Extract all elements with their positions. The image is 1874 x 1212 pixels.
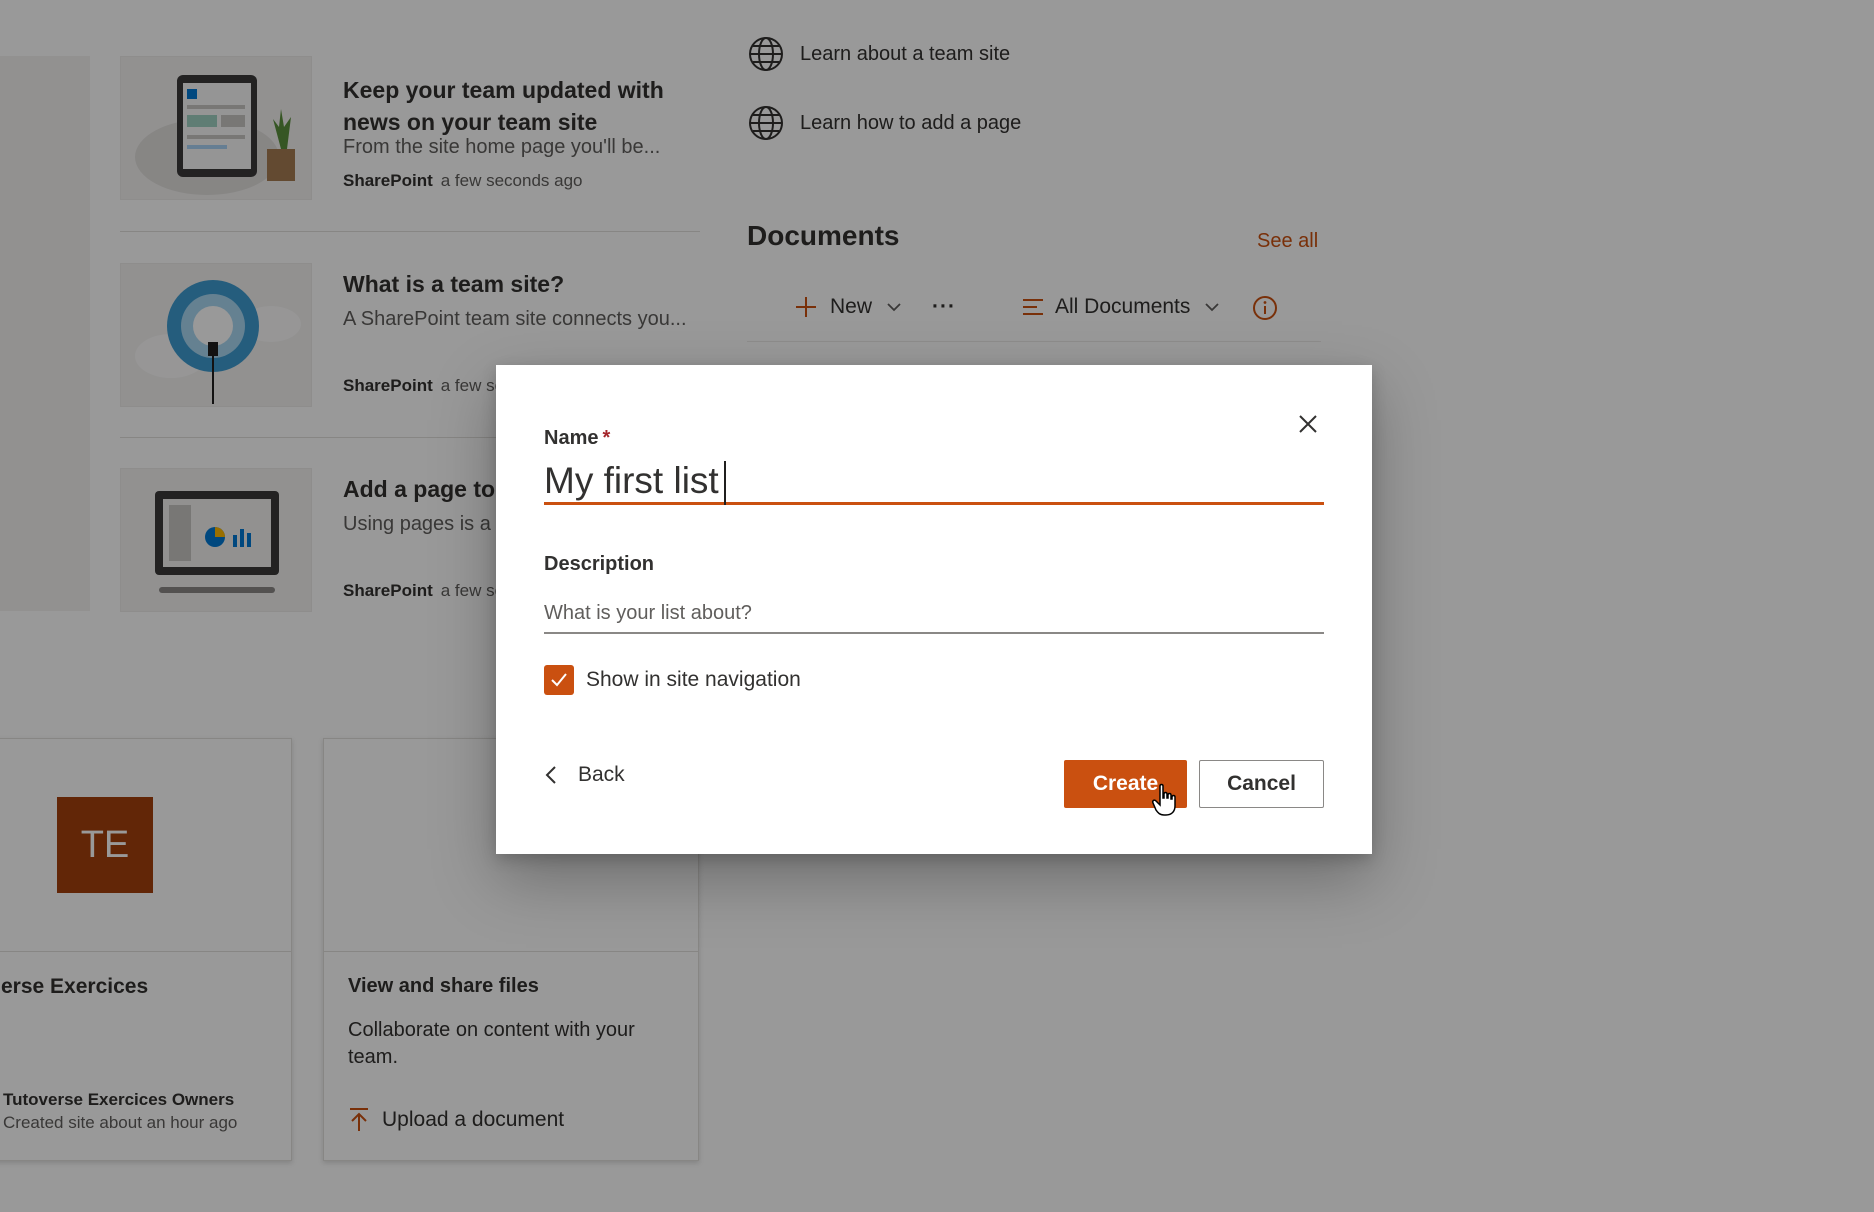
back-button[interactable]: Back [544,763,625,787]
back-label: Back [578,763,625,786]
hand-pointer-cursor-icon [1152,783,1176,816]
show-in-navigation-checkbox[interactable] [544,665,574,695]
text-caret [724,461,726,505]
name-label: Name * [544,427,610,450]
name-label-text: Name [544,427,599,449]
create-list-dialog: Name* Description Show in site navigatio… [496,365,1372,854]
required-asterisk: * [602,427,611,449]
cancel-button[interactable]: Cancel [1199,760,1324,808]
close-button[interactable] [1292,408,1324,440]
show-in-navigation-label[interactable]: Show in site navigation [586,668,801,692]
checkmark-icon [551,673,567,687]
description-input[interactable] [544,594,1324,634]
description-label: Description [544,553,655,575]
close-icon [1299,415,1317,433]
chevron-left-icon [545,766,556,784]
name-input[interactable] [544,460,1324,505]
